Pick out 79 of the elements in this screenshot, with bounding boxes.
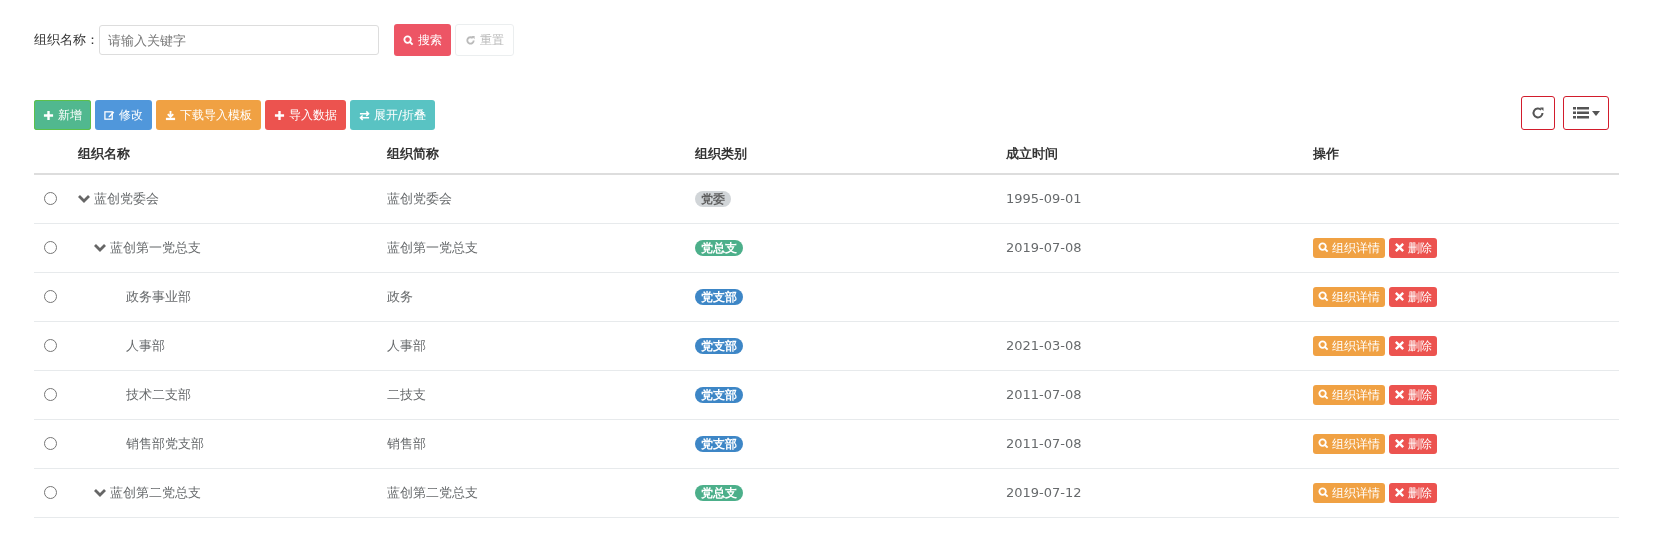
category-badge: 党支部	[695, 288, 743, 305]
org-name: 人事部	[126, 336, 165, 355]
list-icon	[1572, 107, 1589, 119]
search-icon	[1318, 438, 1329, 449]
close-icon	[1394, 291, 1405, 302]
detail-button[interactable]: 组织详情	[1313, 433, 1385, 454]
delete-button[interactable]: 删除	[1389, 433, 1437, 454]
download-icon	[165, 109, 176, 121]
founding-date: 2019-07-12	[1006, 484, 1082, 500]
plus-icon	[43, 109, 54, 121]
search-icon	[403, 34, 414, 46]
refresh-icon	[465, 34, 476, 46]
org-name: 技术二支部	[126, 385, 191, 404]
org-abbreviation: 蓝创第一党总支	[387, 239, 478, 255]
org-abbreviation: 政务	[387, 288, 413, 304]
org-name: 蓝创第二党总支	[110, 483, 201, 502]
chevron-down-icon[interactable]	[94, 487, 106, 498]
org-abbreviation: 人事部	[387, 337, 426, 353]
plus-icon	[274, 109, 285, 121]
column-header: 成立时间	[1006, 145, 1059, 163]
close-icon	[1394, 242, 1405, 253]
expand-collapse-button[interactable]: 展开/折叠	[350, 100, 436, 130]
org-name: 政务事业部	[126, 287, 191, 306]
edit-button[interactable]: 修改	[95, 100, 152, 130]
category-badge: 党支部	[695, 386, 743, 403]
detail-button[interactable]: 组织详情	[1313, 384, 1385, 405]
search-label: 组织名称：	[34, 31, 99, 50]
column-header: 组织类别	[695, 145, 748, 163]
detail-button[interactable]: 组织详情	[1313, 482, 1385, 503]
delete-button[interactable]: 删除	[1389, 384, 1437, 405]
detail-button[interactable]: 组织详情	[1313, 335, 1385, 356]
chevron-down-icon[interactable]	[78, 193, 90, 204]
category-badge: 党支部	[695, 435, 743, 452]
swap-arrows-icon	[359, 109, 370, 121]
founding-date: 2021-03-08	[1006, 337, 1082, 353]
add-button[interactable]: 新增	[34, 100, 91, 130]
founding-date: 2011-07-08	[1006, 435, 1082, 451]
org-abbreviation: 蓝创第二党总支	[387, 484, 478, 500]
org-abbreviation: 蓝创党委会	[387, 190, 452, 206]
delete-button[interactable]: 删除	[1389, 482, 1437, 503]
column-header: 操作	[1313, 145, 1340, 163]
org-name: 蓝创第一党总支	[110, 238, 201, 257]
search-icon	[1318, 487, 1329, 498]
close-icon	[1394, 340, 1405, 351]
search-icon	[1318, 291, 1329, 302]
search-icon	[1318, 242, 1329, 253]
delete-button[interactable]: 删除	[1389, 237, 1437, 258]
search-icon	[1318, 340, 1329, 351]
detail-button[interactable]: 组织详情	[1313, 237, 1385, 258]
category-badge: 党支部	[695, 337, 743, 354]
download-template-button[interactable]: 下载导入模板	[156, 100, 261, 130]
delete-button[interactable]: 删除	[1389, 335, 1437, 356]
columns-dropdown-button[interactable]	[1563, 96, 1609, 130]
close-icon	[1394, 389, 1405, 400]
category-badge: 党总支	[695, 484, 743, 501]
founding-date: 2011-07-08	[1006, 386, 1082, 402]
detail-button[interactable]: 组织详情	[1313, 286, 1385, 307]
org-name: 蓝创党委会	[94, 189, 159, 208]
category-badge: 党委	[695, 190, 731, 207]
chevron-down-icon[interactable]	[94, 242, 106, 253]
delete-button[interactable]: 删除	[1389, 286, 1437, 307]
column-header: 组织名称	[78, 145, 131, 163]
org-abbreviation: 销售部	[387, 435, 426, 451]
search-button[interactable]: 搜索	[394, 24, 451, 56]
caret-icon	[1591, 110, 1600, 116]
close-icon	[1394, 487, 1405, 498]
search-icon	[1318, 389, 1329, 400]
refresh-button[interactable]	[1521, 96, 1555, 130]
column-header: 组织简称	[387, 145, 440, 163]
org-abbreviation: 二技支	[387, 386, 426, 402]
edit-icon	[104, 109, 115, 121]
close-icon	[1394, 438, 1405, 449]
founding-date: 1995-09-01	[1006, 190, 1082, 206]
search-field[interactable]: 请输入关键字	[99, 25, 379, 55]
category-badge: 党总支	[695, 239, 743, 256]
import-data-button[interactable]: 导入数据	[265, 100, 346, 130]
founding-date: 2019-07-08	[1006, 239, 1082, 255]
org-name: 销售部党支部	[126, 434, 204, 453]
refresh-icon	[1531, 106, 1545, 120]
